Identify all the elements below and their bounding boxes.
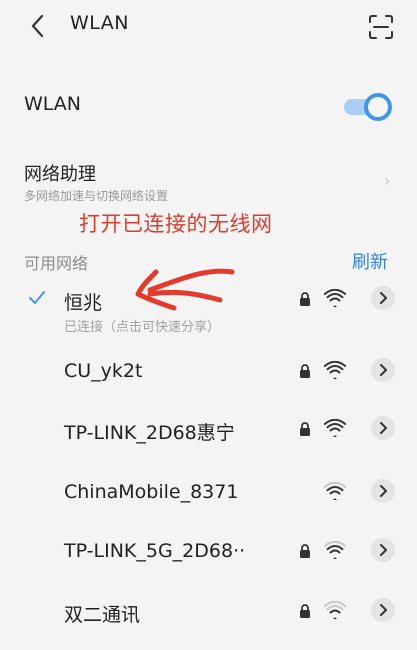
checkmark-icon — [29, 291, 45, 304]
network-row[interactable]: 恒兆已连接（点击可快速分享） — [0, 286, 417, 346]
annotation-text: 打开已连接的无线网 — [79, 212, 273, 236]
chevron-right-icon — [380, 422, 387, 434]
wlan-settings-screen: WLAN WLAN 网络助理 多网络加速与切换网络设置 › 打开已连接的无线网 … — [0, 0, 417, 650]
network-status: 已连接（点击可快速分享） — [64, 320, 221, 335]
chevron-right-icon — [380, 292, 387, 304]
network-details-button[interactable] — [371, 598, 395, 622]
network-assistant-title: 网络助理 — [24, 164, 96, 185]
lock-icon — [300, 544, 310, 558]
chevron-right-icon — [380, 485, 387, 497]
network-details-button[interactable] — [371, 479, 395, 503]
header: WLAN — [0, 0, 417, 52]
toggle-knob — [364, 93, 392, 121]
chevron-left-icon — [31, 14, 44, 38]
wifi-signal-icon — [324, 601, 346, 619]
network-details-button[interactable] — [371, 538, 395, 562]
chevron-right-icon — [380, 544, 387, 556]
wifi-signal-icon — [324, 419, 346, 437]
network-name: 双二通讯 — [64, 604, 141, 626]
network-name: 恒兆 — [64, 292, 103, 314]
wifi-signal-icon — [324, 541, 346, 559]
scan-icon — [369, 15, 393, 39]
page-title: WLAN — [70, 12, 130, 34]
network-assistant-subtitle: 多网络加速与切换网络设置 — [24, 189, 169, 203]
network-row[interactable]: TP-LINK_5G_2D68·· — [0, 538, 417, 598]
network-name: ChinaMobile_8371 — [64, 481, 239, 503]
network-name: CU_yk2t — [64, 360, 143, 382]
lock-icon — [300, 292, 310, 306]
chevron-right-icon: › — [384, 171, 391, 190]
network-assistant-row[interactable]: 网络助理 多网络加速与切换网络设置 › — [0, 150, 417, 210]
network-row[interactable]: TP-LINK_2D68惠宁 — [0, 416, 417, 476]
wifi-signal-icon — [324, 361, 346, 379]
lock-icon — [300, 422, 310, 436]
network-details-button[interactable] — [371, 358, 395, 382]
network-row[interactable]: 双二通讯 — [0, 598, 417, 650]
back-button[interactable] — [26, 12, 52, 40]
wlan-label: WLAN — [24, 93, 82, 115]
network-row[interactable]: CU_yk2t — [0, 358, 417, 418]
wlan-toggle[interactable] — [344, 93, 392, 121]
lock-icon — [300, 364, 310, 378]
network-row[interactable]: ChinaMobile_8371 — [0, 479, 417, 539]
network-details-button[interactable] — [371, 416, 395, 440]
network-name: TP-LINK_5G_2D68·· — [64, 540, 246, 562]
scan-button[interactable] — [368, 14, 394, 40]
refresh-button[interactable]: 刷新 — [352, 248, 388, 274]
wifi-signal-icon — [324, 482, 346, 500]
network-details-button[interactable] — [371, 286, 395, 310]
available-networks-label: 可用网络 — [24, 254, 89, 273]
chevron-right-icon — [380, 364, 387, 376]
chevron-right-icon — [380, 604, 387, 616]
network-name: TP-LINK_2D68惠宁 — [64, 422, 235, 444]
wifi-signal-icon — [324, 289, 346, 307]
lock-icon — [300, 604, 310, 618]
